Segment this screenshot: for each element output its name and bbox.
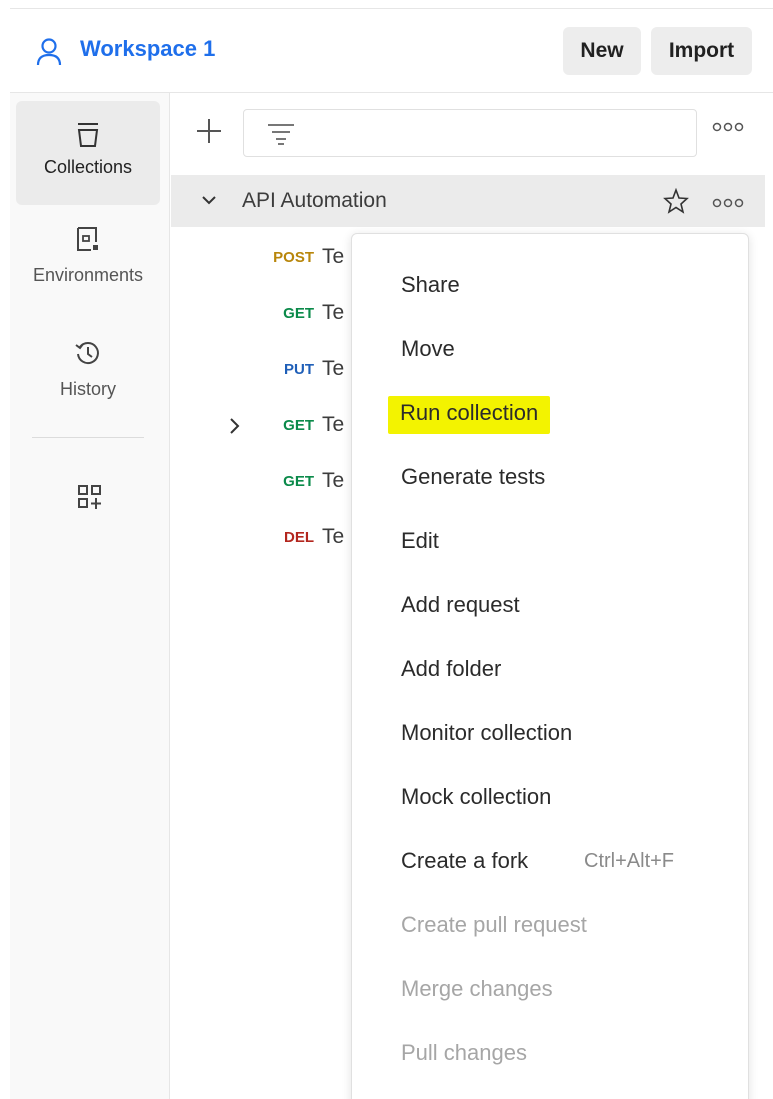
star-icon[interactable] bbox=[663, 188, 689, 214]
rail-label-collections: Collections bbox=[43, 157, 133, 177]
menu-item-run-collection[interactable]: Run collection bbox=[388, 396, 551, 434]
workspace-header: Workspace 1 New Import bbox=[10, 9, 773, 93]
filter-input[interactable] bbox=[243, 109, 697, 157]
menu-item-add-folder[interactable]: Add folder bbox=[401, 656, 501, 682]
left-rail: Collections Environments History bbox=[10, 93, 170, 1099]
request-name: Te bbox=[322, 301, 345, 324]
filter-icon bbox=[268, 124, 294, 145]
method-badge: GET bbox=[283, 305, 314, 322]
collection-name: API Automation bbox=[242, 189, 387, 212]
request-item[interactable]: GET Te bbox=[171, 295, 371, 335]
menu-item-generate-tests[interactable]: Generate tests bbox=[401, 464, 545, 490]
request-item[interactable]: PUT Te bbox=[171, 351, 371, 391]
menu-item-edit[interactable]: Edit bbox=[401, 528, 439, 554]
method-badge: POST bbox=[273, 249, 314, 266]
collection-row[interactable]: API Automation bbox=[171, 175, 765, 227]
menu-item-create-fork[interactable]: Create a fork bbox=[401, 848, 528, 874]
menu-item-add-request[interactable]: Add request bbox=[401, 592, 520, 618]
environments-icon bbox=[77, 227, 98, 251]
method-badge: DEL bbox=[284, 529, 314, 546]
menu-item-mock-collection[interactable]: Mock collection bbox=[401, 784, 551, 810]
user-icon bbox=[36, 38, 62, 66]
menu-item-move[interactable]: Move bbox=[401, 336, 455, 362]
request-name: Te bbox=[322, 469, 345, 492]
folder-item[interactable]: GET Te bbox=[171, 407, 371, 447]
more-options-icon[interactable] bbox=[712, 121, 744, 133]
fork-shortcut: Ctrl+Alt+F bbox=[584, 850, 675, 872]
menu-item-merge-changes: Merge changes bbox=[401, 976, 553, 1001]
add-apps-icon[interactable] bbox=[76, 483, 104, 511]
chevron-right-icon[interactable] bbox=[227, 417, 241, 435]
import-button[interactable]: Import bbox=[651, 27, 752, 75]
method-badge: GET bbox=[283, 473, 314, 490]
request-name: Te bbox=[322, 525, 345, 548]
plus-icon[interactable] bbox=[195, 117, 223, 145]
request-name: Te bbox=[322, 245, 345, 268]
workspace-name[interactable]: Workspace 1 bbox=[80, 36, 215, 62]
rail-item-environments[interactable]: Environments bbox=[16, 225, 160, 305]
menu-item-create-pull-request: Create pull request bbox=[401, 912, 587, 937]
request-item[interactable]: GET Te bbox=[171, 463, 371, 503]
new-button[interactable]: New bbox=[563, 27, 641, 75]
menu-item-share[interactable]: Share bbox=[401, 272, 460, 298]
chevron-down-icon[interactable] bbox=[201, 193, 217, 207]
request-name: Te bbox=[322, 357, 345, 380]
history-icon bbox=[75, 342, 99, 365]
request-item[interactable]: POST Te bbox=[171, 239, 371, 279]
method-badge: GET bbox=[283, 417, 314, 434]
request-item[interactable]: DEL Te bbox=[171, 519, 371, 559]
rail-label-environments: Environments bbox=[32, 265, 144, 285]
method-badge: PUT bbox=[284, 361, 314, 378]
menu-item-pull-changes: Pull changes bbox=[401, 1040, 527, 1065]
rail-label-history: History bbox=[59, 379, 116, 399]
collections-icon bbox=[77, 123, 99, 147]
collection-context-menu: Share Move Run collection Generate tests… bbox=[351, 233, 749, 1099]
rail-item-collections[interactable]: Collections bbox=[16, 101, 160, 205]
collection-more-icon[interactable] bbox=[712, 197, 744, 209]
rail-item-history[interactable]: History bbox=[16, 339, 160, 419]
request-name: Te bbox=[322, 413, 345, 436]
menu-item-monitor-collection[interactable]: Monitor collection bbox=[401, 720, 572, 746]
rail-divider bbox=[32, 437, 144, 438]
